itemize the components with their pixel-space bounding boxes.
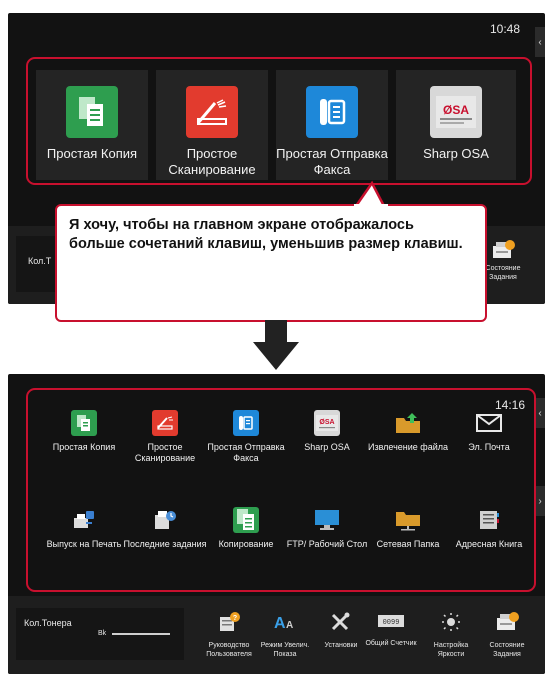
total-counter-button[interactable]: 0099 Общий Счетчик [360, 612, 422, 648]
brightness-icon [440, 612, 462, 637]
down-arrow-icon [253, 320, 299, 370]
job-status-icon [493, 240, 515, 258]
callout-box: Я хочу, чтобы на главном экране отобража… [55, 204, 487, 322]
toner-panel: Кол.Тонера Bk [16, 608, 184, 660]
bar-item-label: Руководство Пользователя [206, 642, 252, 658]
clock: 10:48 [490, 22, 521, 36]
home-screen-after: 14:16 ‹ › Простая Копия Простое Сканирова… [8, 374, 545, 674]
job-status-button[interactable]: Состояние Задания [476, 612, 538, 659]
bar-item-label: Установки [324, 642, 358, 649]
svg-text:A: A [286, 620, 293, 631]
bottom-bar: Кол.Тонера Bk ? Руководство Пользователя A… [8, 596, 545, 674]
text-size-button[interactable]: A A Режим Увелич. Показа [254, 612, 316, 659]
bar-item-label: Состояние Задания [489, 642, 525, 658]
keys-highlight-frame [26, 388, 536, 592]
svg-text:0099: 0099 [383, 619, 400, 627]
total-counter-icon: 0099 [377, 612, 405, 635]
toner-label: Кол.Т [28, 256, 52, 266]
text-size-icon: AA [273, 612, 297, 637]
toner-label: Кол.Тонера [24, 618, 72, 628]
callout-text: Я хочу, чтобы на главном экране отобража… [69, 217, 463, 252]
keys-highlight-frame [26, 57, 532, 185]
svg-text:?: ? [233, 615, 237, 622]
next-page-tab[interactable]: › [535, 486, 545, 516]
svg-text:A: A [274, 615, 286, 632]
callout-pointer [354, 180, 388, 208]
side-panel-tab[interactable]: ‹ [535, 398, 545, 428]
job-status-icon [495, 612, 519, 637]
bar-item-label: Общий Счетчик [365, 640, 417, 647]
bar-item-label: Режим Увелич. Показа [260, 642, 310, 658]
toner-color-label: Bk [98, 630, 107, 637]
toner-level-bar [112, 633, 170, 635]
side-panel-tab[interactable]: ‹ [535, 27, 545, 57]
user-guide-button[interactable]: ? Руководство Пользователя [198, 612, 260, 659]
brightness-button[interactable]: Настройка Яркости [420, 612, 482, 659]
bar-item-label: Настройка Яркости [433, 642, 469, 658]
user-guide-icon: ? [218, 612, 240, 637]
settings-tools-icon [330, 612, 352, 637]
